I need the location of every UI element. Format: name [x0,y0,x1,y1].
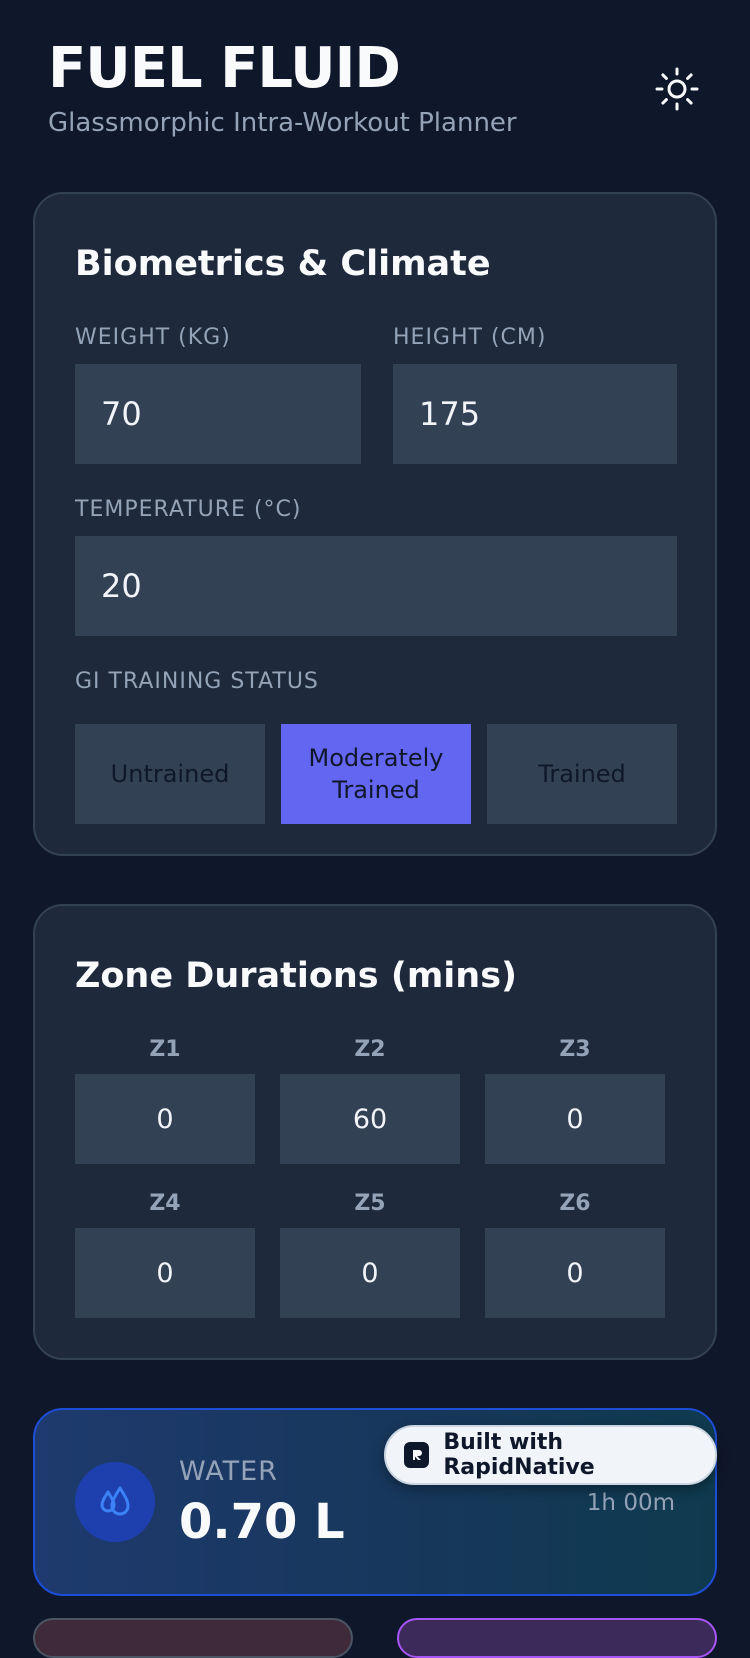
temperature-label: TEMPERATURE (°C) [75,497,302,522]
zone-label: Z3 [559,1037,591,1062]
water-drops-icon [75,1462,155,1542]
zone-label: Z6 [559,1191,591,1216]
temperature-input[interactable]: 20 [75,536,677,636]
zone-label: Z2 [354,1037,386,1062]
gi-status-label: GI TRAINING STATUS [75,669,319,694]
weight-label: WEIGHT (KG) [75,325,231,350]
theme-toggle-button[interactable] [652,64,702,114]
water-value: 0.70 L [179,1494,345,1550]
water-label: WATER [179,1456,278,1487]
biometrics-title: Biometrics & Climate [75,244,491,284]
gi-option-moderately-trained[interactable]: Moderately Trained [281,724,471,824]
biometrics-card: Biometrics & Climate WEIGHT (KG) 70 HEIG… [33,192,717,856]
gi-option-untrained[interactable]: Untrained [75,724,265,824]
zone-input-z3[interactable]: 0 [485,1074,665,1164]
height-label: HEIGHT (CM) [393,325,547,350]
carb-card-partial [33,1618,353,1658]
sun-icon [655,67,699,111]
zone-input-z6[interactable]: 0 [485,1228,665,1318]
zone-label: Z1 [149,1037,181,1062]
sodium-card-partial [397,1618,717,1658]
zone-input-z2[interactable]: 60 [280,1074,460,1164]
built-with-badge[interactable]: Built with RapidNative [384,1425,717,1485]
zones-card: Zone Durations (mins) Z1 0 Z2 60 Z3 0 Z4… [33,904,717,1360]
zone-input-z4[interactable]: 0 [75,1228,255,1318]
badge-text: Built with RapidNative [443,1430,595,1480]
zone-input-z1[interactable]: 0 [75,1074,255,1164]
rapidnative-logo-icon [404,1442,430,1468]
height-input[interactable]: 175 [393,364,677,464]
zone-input-z5[interactable]: 0 [280,1228,460,1318]
app-title: FUEL FLUID [48,36,401,101]
water-duration: 1h 00m [586,1490,675,1516]
zone-label: Z4 [149,1191,181,1216]
zone-label: Z5 [354,1191,386,1216]
app-subtitle: Glassmorphic Intra-Workout Planner [48,108,517,138]
weight-input[interactable]: 70 [75,364,361,464]
gi-option-trained[interactable]: Trained [487,724,677,824]
zones-title: Zone Durations (mins) [75,956,518,996]
